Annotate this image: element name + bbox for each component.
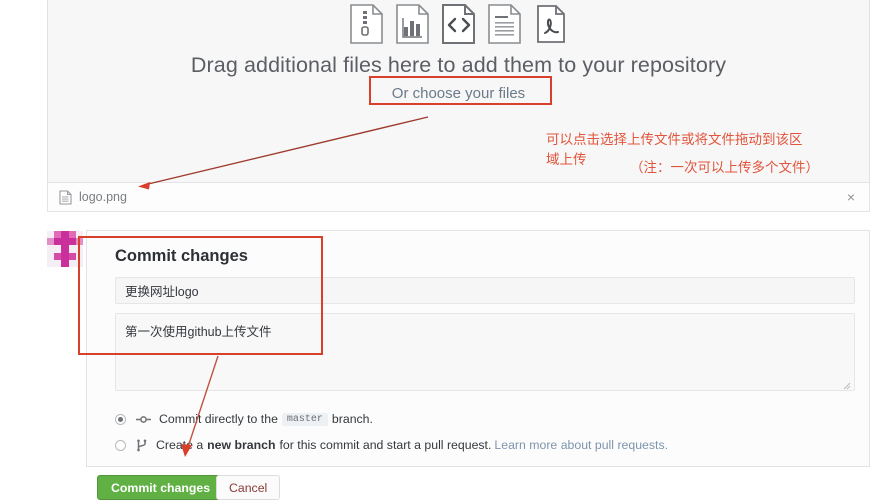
new-branch-text-before: Create a <box>156 438 204 452</box>
commit-message-input[interactable]: 更换网址logo <box>115 277 855 304</box>
dropzone-title: Drag additional files here to add them t… <box>190 53 727 77</box>
commit-directly-text-before: Commit directly to the <box>159 412 278 426</box>
text-file-icon <box>486 3 523 45</box>
commit-description-value: 第一次使用github上传文件 <box>125 325 272 339</box>
file-type-icon-row <box>48 3 869 45</box>
annotation-note-multi-file: （注：一次可以上传多个文件） <box>630 160 819 175</box>
document-icon <box>59 189 72 205</box>
git-branch-icon <box>136 439 148 452</box>
commit-changes-panel: Commit changes 更换网址logo 第一次使用github上传文件 … <box>86 230 870 467</box>
code-file-icon <box>440 3 477 45</box>
avatar <box>47 231 83 267</box>
chart-file-icon <box>394 3 431 45</box>
choose-your-files-link[interactable]: Or choose your files <box>392 85 525 102</box>
remove-file-icon[interactable]: × <box>847 190 855 204</box>
commit-panel-heading: Commit changes <box>115 247 248 265</box>
option-commit-directly[interactable]: Commit directly to the master branch. <box>115 412 373 426</box>
new-branch-bold: new branch <box>207 438 276 452</box>
git-commit-icon <box>136 414 151 425</box>
new-branch-text-after: for this commit and start a pull request… <box>279 438 492 452</box>
cancel-button[interactable]: Cancel <box>216 475 281 500</box>
pull-request-learn-more-link[interactable]: Learn more about pull requests. <box>494 438 668 452</box>
page-gutter-left <box>0 0 47 502</box>
radio-commit-directly[interactable] <box>115 413 126 425</box>
page-gutter-right <box>870 0 878 502</box>
github-upload-page: Drag additional files here to add them t… <box>0 0 878 502</box>
uploaded-file-row: logo.png × <box>47 182 870 212</box>
pdf-file-icon <box>532 3 569 45</box>
commit-description-textarea[interactable]: 第一次使用github上传文件 <box>115 313 855 391</box>
commit-directly-text-after: branch. <box>331 412 373 426</box>
commit-changes-button[interactable]: Commit changes <box>97 475 225 500</box>
option-create-new-branch[interactable]: Create a new branch for this commit and … <box>115 438 668 452</box>
uploaded-file-name: logo.png <box>79 190 127 204</box>
choose-files-wrap: Or choose your files <box>48 85 869 103</box>
annotation-note-line-1: 可以点击选择上传文件或将文件拖动到该区 <box>546 132 803 147</box>
radio-create-new-branch[interactable] <box>115 439 126 451</box>
zip-file-icon <box>348 3 385 45</box>
textarea-resize-handle[interactable] <box>842 379 851 390</box>
branch-name-badge: master <box>281 412 328 426</box>
